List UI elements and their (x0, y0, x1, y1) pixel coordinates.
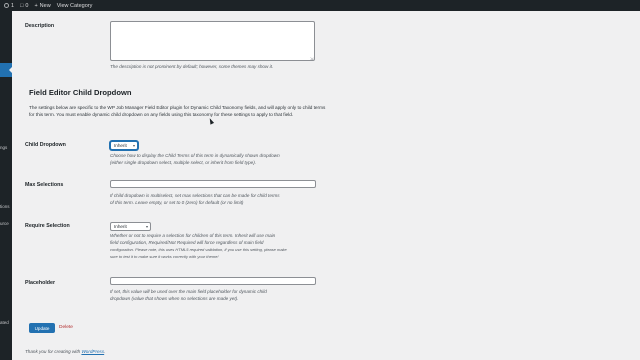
footer-credit: Thank you for creating with WordPress. (25, 349, 105, 354)
new-label: New (39, 2, 51, 9)
updates-item[interactable]: 1 (4, 3, 14, 9)
require-selection-help-1: Whether or not to require a selection fo… (110, 233, 276, 238)
child-dropdown-help-1: Choose how to display the Child Terms of… (110, 153, 280, 158)
footer-suffix: . (104, 349, 106, 354)
admin-bar: 1 □ 0 + New View Category (0, 0, 640, 11)
plus-icon: + (34, 2, 38, 9)
require-selection-help-2: field configuration, Required/Not Requir… (110, 240, 264, 245)
max-selections-help-1: If child dropdown is multiselect, set ma… (110, 193, 280, 198)
max-selections-help-2: of this term. Leave empty, or set to 0 (… (110, 200, 244, 205)
sidebar-item-actions[interactable]: tions (0, 204, 10, 209)
description-help: The description is not prominent by defa… (110, 64, 274, 69)
placeholder-help-1: If set, this value will be used over the… (110, 289, 267, 294)
section-intro: The settings below are specific to the W… (29, 105, 326, 117)
sidebar-item-settings[interactable]: ngs (0, 145, 7, 150)
description-textarea[interactable] (110, 21, 315, 61)
child-dropdown-label: Child Dropdown (25, 142, 66, 148)
require-selection-value: Inherit (114, 224, 127, 229)
term-edit-form: Description ⇲ The description is not pro… (12, 11, 640, 360)
require-selection-help-3: configuration. Please note, this uses HT… (110, 247, 287, 252)
new-content-item[interactable]: + New (34, 3, 50, 9)
updates-icon (4, 3, 9, 8)
chevron-down-icon: ▾ (132, 143, 135, 148)
update-button[interactable]: Update (29, 323, 55, 333)
child-dropdown-help-2: (either single dropdown select, multiple… (110, 160, 257, 165)
comment-icon: □ (20, 2, 24, 9)
sidebar-item-created[interactable]: ated (0, 320, 9, 325)
require-selection-label: Require Selection (25, 223, 70, 229)
comments-count: 0 (25, 2, 29, 9)
view-category-link[interactable]: View Category (57, 3, 93, 9)
require-selection-select[interactable]: Inherit ▾ (110, 222, 151, 231)
chevron-down-icon: ▾ (145, 224, 148, 229)
updates-count: 1 (11, 2, 15, 9)
delete-link[interactable]: Delete (59, 325, 73, 330)
resize-grip-icon[interactable]: ⇲ (310, 56, 313, 61)
require-selection-help-4: sure to test it to make sure it works co… (110, 254, 219, 259)
placeholder-help-2: dropdown (value that shows when no selec… (110, 296, 239, 301)
sidebar-item-resource[interactable]: urce (0, 221, 9, 226)
section-title: Field Editor Child Dropdown (29, 88, 132, 97)
max-selections-input[interactable] (110, 180, 316, 188)
max-selections-label: Max Selections (25, 182, 64, 188)
child-dropdown-value: Inherit (114, 143, 127, 148)
wordpress-link[interactable]: WordPress (81, 349, 104, 354)
description-label: Description (25, 23, 55, 29)
footer-prefix: Thank you for creating with (25, 349, 82, 354)
child-dropdown-select[interactable]: Inherit ▾ (110, 141, 138, 150)
comments-item[interactable]: □ 0 (20, 3, 28, 9)
admin-sidebar: ngs tions urce ated (0, 11, 12, 360)
placeholder-input[interactable] (110, 277, 316, 285)
placeholder-label: Placeholder (25, 280, 56, 286)
sidebar-active-arrow (9, 67, 12, 73)
